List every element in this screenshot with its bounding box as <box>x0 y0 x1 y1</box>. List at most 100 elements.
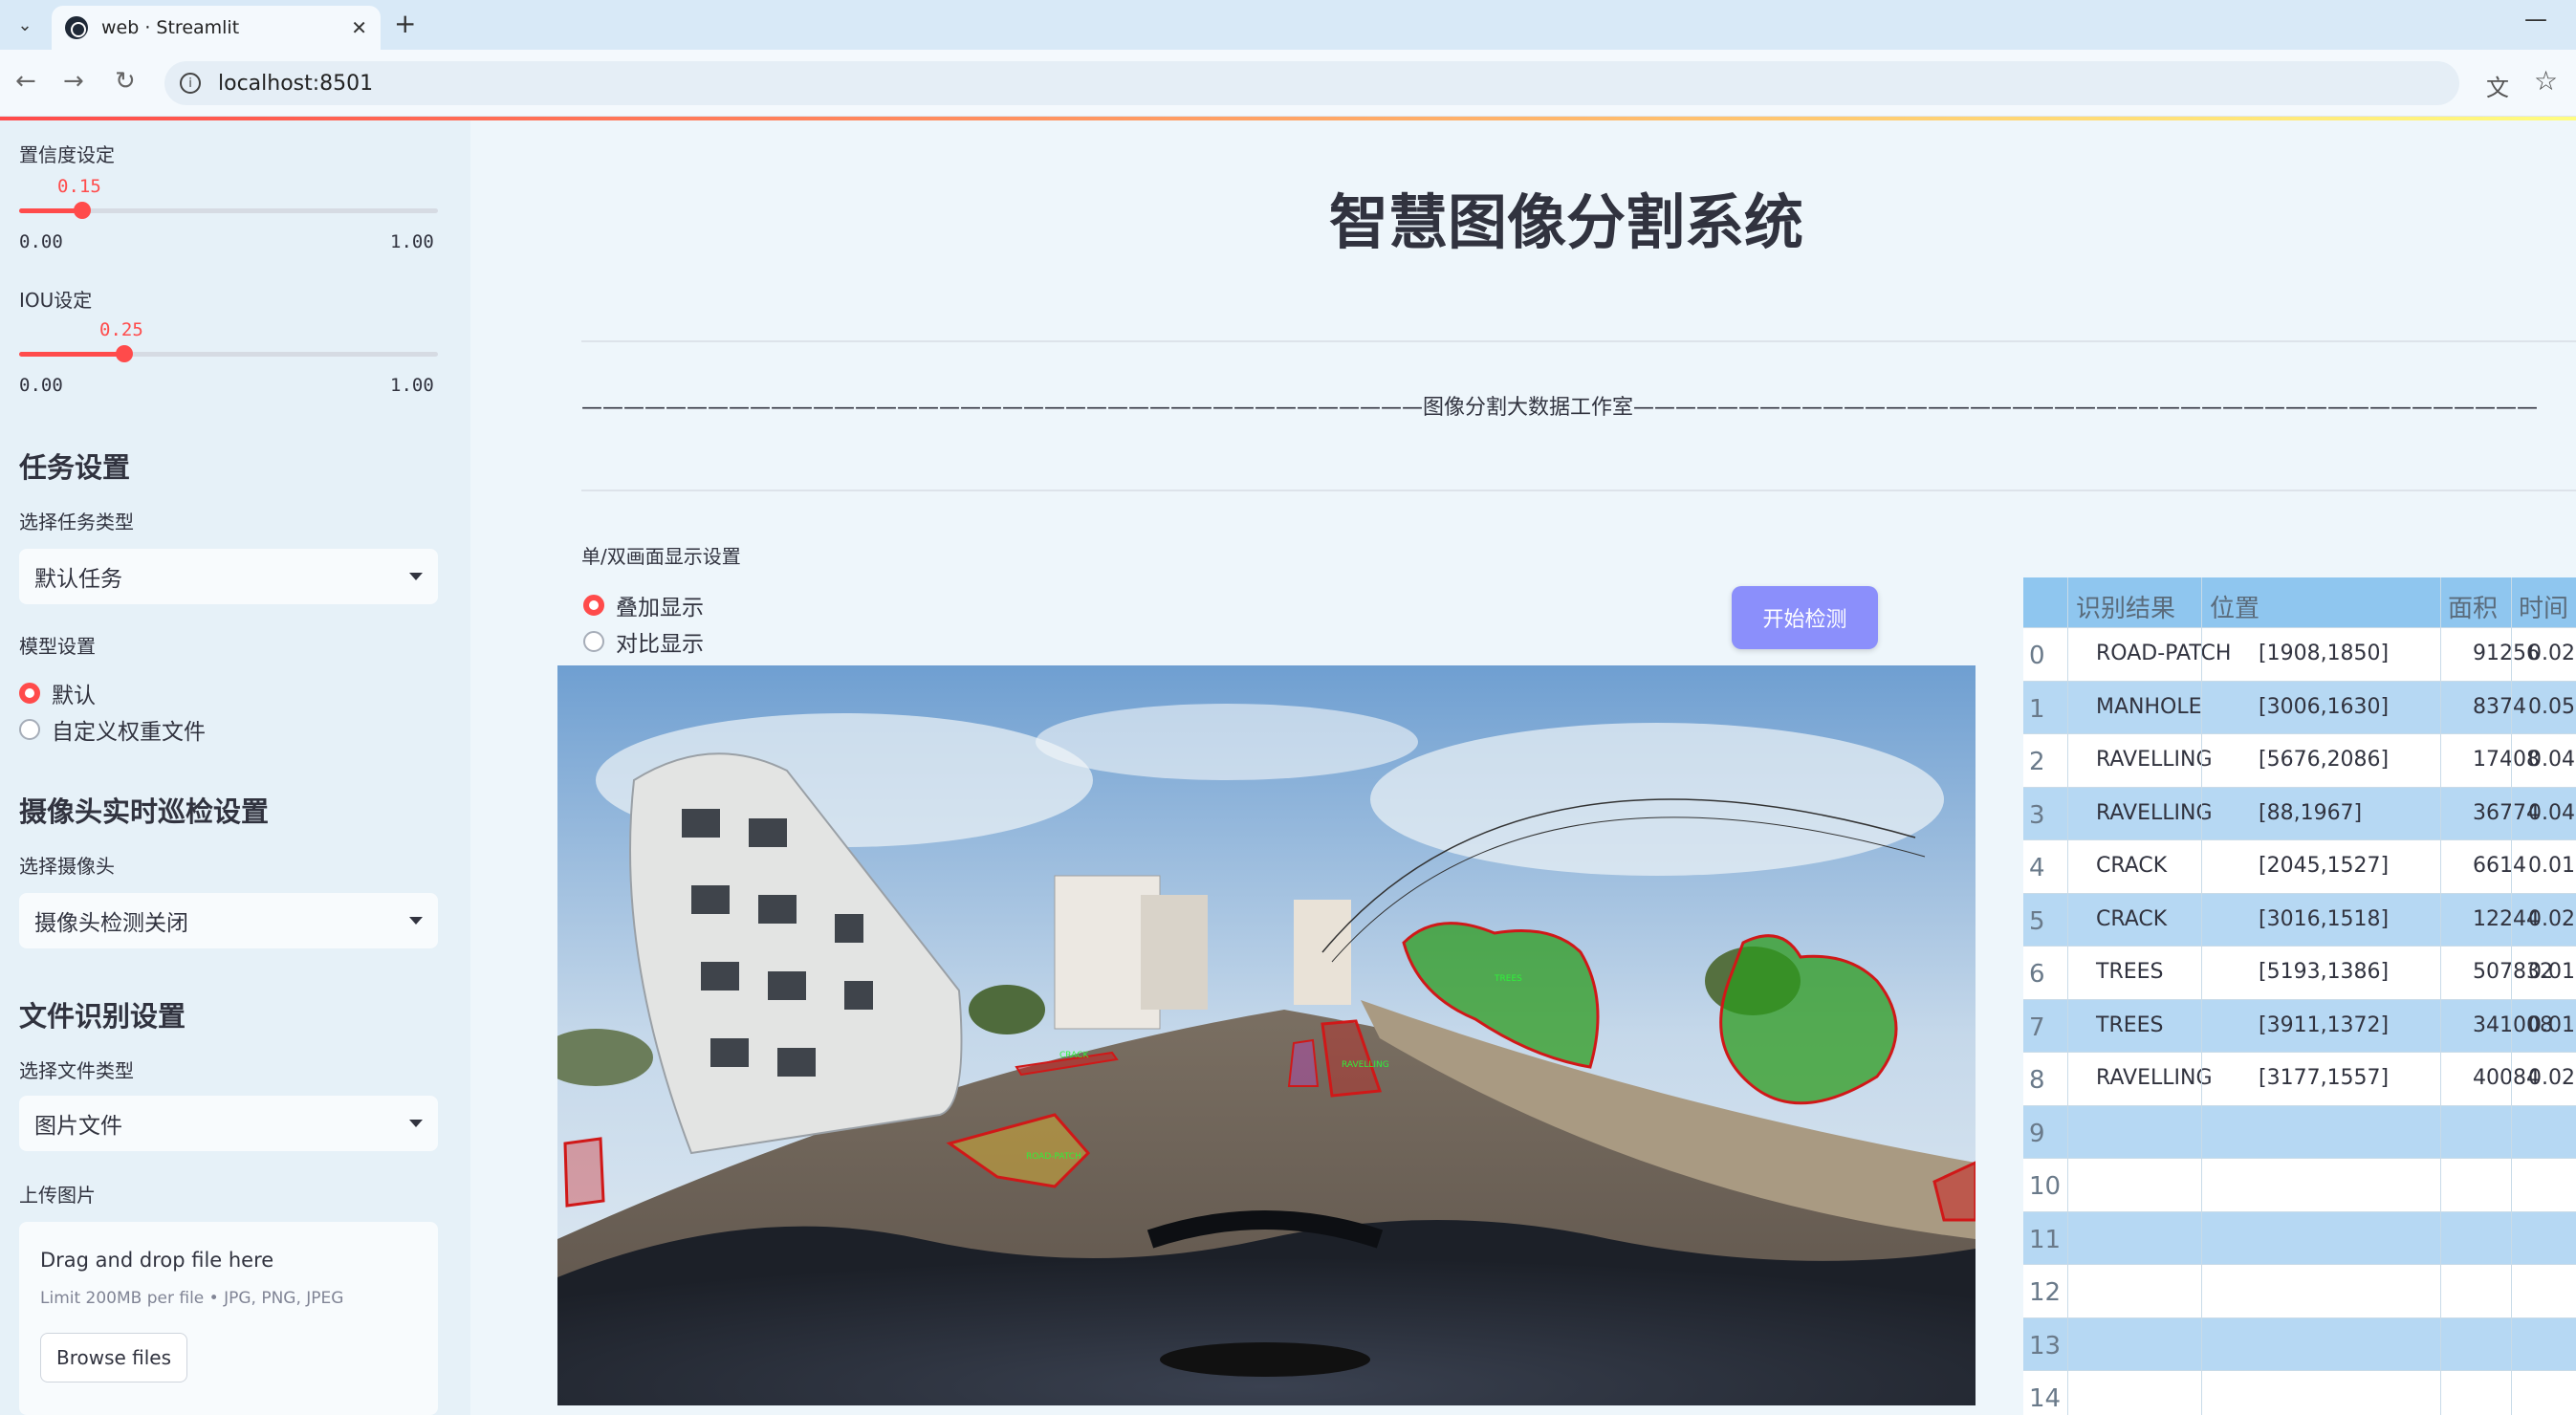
radio-unselected-icon[interactable] <box>19 719 40 740</box>
camera-select-value: 摄像头检测关闭 <box>34 911 188 936</box>
table-row[interactable]: 14 <box>2023 1370 2576 1415</box>
radio-selected-icon[interactable] <box>583 595 604 616</box>
table-row[interactable]: 9 <box>2023 1104 2576 1159</box>
site-info-icon[interactable]: i <box>180 73 201 94</box>
cell-time: 0.04 <box>2528 748 2575 772</box>
mask-label-trees: TREES <box>1494 974 1522 984</box>
display-radio-overlay[interactable]: 叠加显示 <box>583 589 704 621</box>
browse-files-button[interactable]: Browse files <box>40 1333 187 1382</box>
model-radio-default[interactable]: 默认 <box>19 677 96 709</box>
row-index: 8 <box>2029 1066 2045 1095</box>
display-radio-compare[interactable]: 对比显示 <box>583 625 704 658</box>
row-index: 3 <box>2029 800 2045 830</box>
header-time[interactable]: 时间 <box>2519 589 2568 624</box>
row-index: 4 <box>2029 854 2045 882</box>
radio-selected-icon[interactable] <box>19 683 40 704</box>
streamlit-favicon-icon <box>65 16 88 39</box>
address-bar: ← → ↻ i localhost:8501 文 ☆ <box>0 50 2576 117</box>
table-row[interactable]: 2 RAVELLING [5676,2086] 17408 0.04 <box>2023 733 2576 787</box>
chevron-down-icon <box>409 1120 423 1127</box>
row-index: 0 <box>2029 642 2045 670</box>
cell-result: MANHOLE <box>2096 694 2202 719</box>
table-row[interactable]: 7 TREES [3911,1372] 341008 0.01 <box>2023 998 2576 1053</box>
task-select-value: 默认任务 <box>34 567 122 592</box>
mask-label-ravelling: RAVELLING <box>1342 1060 1389 1070</box>
row-index: 2 <box>2029 748 2045 776</box>
table-row[interactable]: 8 RAVELLING [3177,1557] 40084 0.02 <box>2023 1052 2576 1105</box>
dropzone-title: Drag and drop file here <box>40 1249 274 1272</box>
file-settings-header: 文件识别设置 <box>19 1000 186 1033</box>
column-divider <box>2067 577 2068 1415</box>
header-result[interactable]: 识别结果 <box>2076 589 2175 624</box>
start-detection-button[interactable]: 开始检测 <box>1732 586 1878 649</box>
minimize-window-icon[interactable]: — <box>2524 6 2547 33</box>
model-option-label: 自定义权重文件 <box>52 720 206 745</box>
radio-unselected-icon[interactable] <box>583 631 604 652</box>
iou-slider-fill <box>19 352 124 357</box>
file-type-select[interactable]: 图片文件 <box>19 1096 438 1151</box>
table-row[interactable]: 3 RAVELLING [88,1967] 36774 0.04 <box>2023 786 2576 840</box>
cell-time: 0.02 <box>2528 642 2575 665</box>
table-row[interactable]: 1 MANHOLE [3006,1630] 8374 0.05 <box>2023 680 2576 734</box>
file-dropzone[interactable]: Drag and drop file here Limit 200MB per … <box>19 1222 438 1415</box>
confidence-slider[interactable] <box>19 202 438 219</box>
model-radio-custom[interactable]: 自定义权重文件 <box>19 713 206 746</box>
confidence-slider-thumb[interactable] <box>74 202 91 219</box>
divider <box>581 340 2576 342</box>
row-index: 14 <box>2029 1384 2062 1413</box>
file-type-label: 选择文件类型 <box>19 1059 134 1082</box>
sidebar <box>0 120 470 1415</box>
cell-result: RAVELLING <box>2096 800 2213 825</box>
table-row[interactable]: 10 <box>2023 1158 2576 1211</box>
close-tab-icon[interactable]: ✕ <box>351 16 367 39</box>
display-option-label: 叠加显示 <box>616 596 704 620</box>
mask-label-road-patch: ROAD-PATCH <box>1026 1152 1081 1162</box>
new-tab-plus-icon[interactable]: + <box>394 8 416 39</box>
forward-arrow-icon[interactable]: → <box>63 67 84 96</box>
divider <box>581 490 2576 491</box>
url-field[interactable]: i localhost:8501 <box>164 61 2459 105</box>
task-select[interactable]: 默认任务 <box>19 549 438 604</box>
translate-icon[interactable]: 文 <box>2486 69 2509 102</box>
column-divider <box>2511 577 2512 1415</box>
camera-select[interactable]: 摄像头检测关闭 <box>19 893 438 948</box>
cell-position: [3006,1630] <box>2259 694 2390 719</box>
upload-label: 上传图片 <box>19 1184 96 1207</box>
iou-slider-thumb[interactable] <box>116 345 133 362</box>
table-row[interactable]: 11 <box>2023 1210 2576 1265</box>
header-area[interactable]: 面积 <box>2448 589 2498 624</box>
cell-area: 6614 <box>2473 854 2526 878</box>
row-index: 6 <box>2029 960 2045 989</box>
cell-result: TREES <box>2096 960 2164 984</box>
iou-slider[interactable] <box>19 345 438 362</box>
browser-tab[interactable]: web · Streamlit ✕ <box>52 6 381 50</box>
cell-time: 0.01 <box>2528 1012 2575 1037</box>
table-row[interactable]: 5 CRACK [3016,1518] 12244 0.02 <box>2023 892 2576 947</box>
cell-area: 8374 <box>2473 694 2526 719</box>
row-index: 13 <box>2029 1331 2062 1361</box>
chevron-down-icon <box>409 917 423 925</box>
header-position[interactable]: 位置 <box>2210 589 2259 624</box>
bookmark-star-icon[interactable]: ☆ <box>2534 65 2558 97</box>
row-index: 12 <box>2029 1278 2062 1307</box>
table-row[interactable]: 0 ROAD-PATCH [1908,1850] 91256 0.02 <box>2023 627 2576 681</box>
results-table[interactable]: 识别结果 位置 面积 时间 0 ROAD-PATCH [1908,1850] 9125… <box>2023 577 2576 1415</box>
table-row[interactable]: 12 <box>2023 1264 2576 1317</box>
row-index: 7 <box>2029 1012 2045 1042</box>
back-arrow-icon[interactable]: ← <box>15 67 36 96</box>
chevron-down-icon <box>409 573 423 580</box>
table-row[interactable]: 6 TREES [5193,1386] 507832 0.01 <box>2023 946 2576 999</box>
cell-position: [1908,1850] <box>2259 642 2390 665</box>
iou-value: 0.25 <box>99 319 143 340</box>
table-row[interactable]: 4 CRACK [2045,1527] 6614 0.01 <box>2023 839 2576 893</box>
tab-search-chevron-icon[interactable]: ⌄ <box>8 8 42 42</box>
cell-time: 0.02 <box>2528 906 2575 931</box>
camera-settings-header: 摄像头实时巡检设置 <box>19 795 270 828</box>
iou-label: IOU设定 <box>19 289 93 312</box>
cell-time: 0.01 <box>2528 960 2575 984</box>
table-header: 识别结果 位置 面积 时间 <box>2023 577 2576 627</box>
display-settings-label: 单/双画面显示设置 <box>581 545 741 568</box>
reload-icon[interactable]: ↻ <box>115 67 136 96</box>
table-row[interactable]: 13 <box>2023 1317 2576 1371</box>
cell-result: RAVELLING <box>2096 748 2213 772</box>
